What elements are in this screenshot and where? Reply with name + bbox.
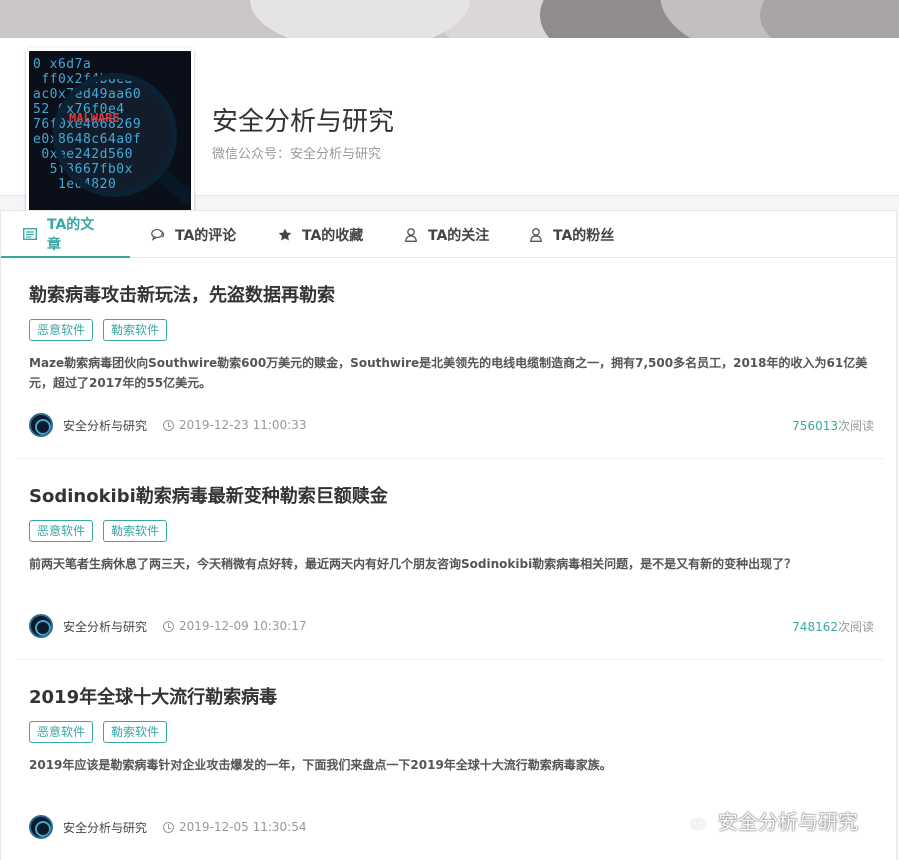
content-card: TA的文章 TA的评论 TA的收藏 TA的关注 TA的粉丝 勒索病毒攻击新玩法，… bbox=[0, 210, 897, 860]
article-summary: Maze勒索病毒团伙向Southwire勒索600万美元的赎金，Southwir… bbox=[29, 356, 868, 390]
watermark-text: 安全分析与研究 bbox=[718, 810, 858, 834]
tag[interactable]: 勒索软件 bbox=[103, 721, 168, 743]
tag[interactable]: 恶意软件 bbox=[29, 721, 94, 743]
author-name[interactable]: 安全分析与研究 bbox=[63, 819, 147, 836]
article-icon bbox=[23, 227, 37, 241]
user-icon bbox=[404, 227, 418, 242]
profile-avatar[interactable]: 0 x6d7a ff0x2f4b8ea ac0x7ed49aa60 52 0x7… bbox=[26, 48, 194, 216]
tab-following-label: TA的关注 bbox=[428, 227, 490, 244]
author-avatar[interactable] bbox=[29, 815, 53, 839]
publish-time: 2019-12-05 11:30:54 bbox=[163, 820, 306, 834]
tab-followers[interactable]: TA的粉丝 bbox=[529, 211, 614, 258]
wechat-watermark: 安全分析与研究 bbox=[676, 806, 858, 835]
clock-icon bbox=[163, 821, 175, 833]
article-title[interactable]: Sodinokibi勒索病毒最新变种勒索巨额赎金 bbox=[29, 482, 388, 508]
article-title[interactable]: 勒索病毒攻击新玩法，先盗数据再勒索 bbox=[29, 281, 335, 307]
malware-text: MALWARE bbox=[69, 111, 120, 125]
tag-list: 恶意软件 勒索软件 bbox=[29, 721, 168, 743]
tab-favorites-label: TA的收藏 bbox=[302, 227, 364, 244]
article-meta: 安全分析与研究 2019-12-23 11:00:33 756013次阅读 bbox=[29, 412, 874, 438]
tag[interactable]: 勒索软件 bbox=[103, 520, 168, 542]
author-name[interactable]: 安全分析与研究 bbox=[63, 618, 147, 635]
profile-subtitle: 微信公众号：安全分析与研究 bbox=[212, 147, 382, 162]
tab-followers-label: TA的粉丝 bbox=[553, 227, 615, 244]
user-icon bbox=[529, 227, 543, 242]
article-title[interactable]: 2019年全球十大流行勒索病毒 bbox=[29, 683, 277, 709]
article-item: 勒索病毒攻击新玩法，先盗数据再勒索 恶意软件 勒索软件 Maze勒索病毒团伙向S… bbox=[17, 281, 884, 459]
profile-name: 安全分析与研究 bbox=[212, 107, 395, 137]
tab-favorites[interactable]: TA的收藏 bbox=[278, 211, 363, 258]
publish-time: 2019-12-23 11:00:33 bbox=[163, 418, 306, 432]
wechat-icon bbox=[677, 808, 708, 832]
read-count: 748162次阅读 bbox=[792, 619, 874, 634]
tab-articles[interactable]: TA的文章 bbox=[1, 211, 130, 258]
tab-bar: TA的文章 TA的评论 TA的收藏 TA的关注 TA的粉丝 bbox=[1, 211, 896, 258]
article-item: Sodinokibi勒索病毒最新变种勒索巨额赎金 恶意软件 勒索软件 前两天笔者… bbox=[17, 482, 884, 660]
article-meta: 安全分析与研究 2019-12-09 10:30:17 748162次阅读 bbox=[29, 613, 874, 639]
comment-icon bbox=[151, 228, 165, 242]
tab-following[interactable]: TA的关注 bbox=[404, 211, 489, 258]
author-avatar[interactable] bbox=[29, 413, 53, 437]
clock-icon bbox=[163, 620, 175, 632]
star-icon bbox=[278, 228, 292, 242]
author-avatar[interactable] bbox=[29, 614, 53, 638]
tag-list: 恶意软件 勒索软件 bbox=[29, 319, 168, 341]
tag[interactable]: 恶意软件 bbox=[29, 520, 94, 542]
article-summary: 前两天笔者生病休息了两三天，今天稍微有点好转，最近两天内有好几个朋友咨询Sodi… bbox=[29, 557, 797, 571]
author-name[interactable]: 安全分析与研究 bbox=[63, 417, 147, 434]
tag-list: 恶意软件 勒索软件 bbox=[29, 520, 168, 542]
tab-comments[interactable]: TA的评论 bbox=[151, 211, 236, 258]
read-count: 756013次阅读 bbox=[792, 418, 874, 433]
header-banner bbox=[0, 0, 899, 40]
profile-header: 0 x6d7a ff0x2f4b8ea ac0x7ed49aa60 52 0x7… bbox=[0, 38, 899, 216]
article-summary: 2019年应该是勒索病毒针对企业攻击爆发的一年，下面我们来盘点一下2019年全球… bbox=[29, 758, 612, 772]
publish-time: 2019-12-09 10:30:17 bbox=[163, 619, 306, 633]
tag[interactable]: 恶意软件 bbox=[29, 319, 94, 341]
tab-articles-label: TA的文章 bbox=[47, 216, 95, 253]
tag[interactable]: 勒索软件 bbox=[103, 319, 168, 341]
clock-icon bbox=[163, 419, 175, 431]
tab-comments-label: TA的评论 bbox=[175, 227, 237, 244]
